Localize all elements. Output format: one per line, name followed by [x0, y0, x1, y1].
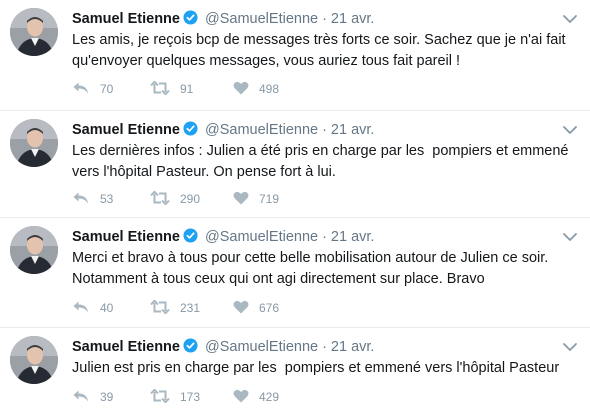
- retweet-button[interactable]: 231: [150, 298, 233, 317]
- reply-icon: [72, 389, 90, 406]
- retweet-icon: [150, 387, 170, 406]
- timeline: Samuel Etienne @SamuelEtienne · 21 avr. Le…: [0, 0, 590, 419]
- verified-badge-icon: [183, 338, 198, 358]
- reply-icon: [72, 81, 90, 98]
- retweet-icon: [150, 189, 170, 208]
- reply-count: 40: [100, 301, 114, 315]
- separator-dot: ·: [322, 122, 327, 138]
- like-count: 498: [259, 82, 280, 96]
- reply-button[interactable]: 40: [72, 300, 150, 317]
- retweet-button[interactable]: 91: [150, 79, 233, 98]
- tweet-text: Merci et bravo à tous pour cette belle m…: [72, 250, 553, 287]
- retweet-count: 231: [180, 301, 201, 315]
- retweet-count: 91: [180, 82, 194, 96]
- author-name[interactable]: Samuel Etienne: [72, 122, 180, 138]
- like-button[interactable]: 498: [233, 81, 313, 98]
- tweet-text: Les dernières infos : Julien a été pris …: [72, 143, 573, 180]
- separator-dot: ·: [322, 229, 327, 245]
- tweet[interactable]: Samuel Etienne @SamuelEtienne · 21 avr. Me…: [0, 218, 590, 328]
- chevron-down-icon[interactable]: [562, 230, 578, 242]
- like-count: 429: [259, 390, 280, 404]
- author-handle[interactable]: @SamuelEtienne: [205, 11, 318, 27]
- tweet-actions: 39 173 429: [72, 387, 313, 406]
- reply-icon: [72, 191, 90, 208]
- tweet-header: Samuel Etienne @SamuelEtienne · 21 avr.: [72, 121, 374, 141]
- reply-button[interactable]: 53: [72, 191, 150, 208]
- verified-badge-icon: [183, 121, 198, 141]
- author-handle[interactable]: @SamuelEtienne: [205, 229, 318, 245]
- avatar[interactable]: [10, 119, 58, 167]
- tweet[interactable]: Samuel Etienne @SamuelEtienne · 21 avr. Ju…: [0, 328, 590, 419]
- tweet-actions: 70 91 498: [72, 79, 313, 98]
- reply-button[interactable]: 39: [72, 389, 150, 406]
- retweet-button[interactable]: 290: [150, 189, 233, 208]
- author-name[interactable]: Samuel Etienne: [72, 229, 180, 245]
- retweet-icon: [150, 298, 170, 317]
- separator-dot: ·: [322, 11, 327, 27]
- heart-icon: [233, 191, 249, 208]
- like-button[interactable]: 429: [233, 389, 313, 406]
- author-handle[interactable]: @SamuelEtienne: [205, 122, 318, 138]
- tweet-text: Les amis, je reçois bcp de messages très…: [72, 32, 570, 69]
- reply-count: 53: [100, 192, 114, 206]
- tweet-date[interactable]: 21 avr.: [331, 229, 375, 245]
- like-count: 719: [259, 192, 280, 206]
- avatar[interactable]: [10, 8, 58, 56]
- separator-dot: ·: [322, 339, 327, 355]
- reply-button[interactable]: 70: [72, 81, 150, 98]
- tweet[interactable]: Samuel Etienne @SamuelEtienne · 21 avr. Le…: [0, 0, 590, 111]
- verified-badge-icon: [183, 10, 198, 30]
- tweet-date[interactable]: 21 avr.: [331, 339, 375, 355]
- reply-count: 70: [100, 82, 114, 96]
- avatar[interactable]: [10, 226, 58, 274]
- heart-icon: [233, 389, 249, 406]
- heart-icon: [233, 300, 249, 317]
- chevron-down-icon[interactable]: [562, 12, 578, 24]
- retweet-count: 173: [180, 390, 201, 404]
- chevron-down-icon[interactable]: [562, 340, 578, 352]
- like-count: 676: [259, 301, 280, 315]
- tweet-header: Samuel Etienne @SamuelEtienne · 21 avr.: [72, 228, 374, 248]
- tweet-header: Samuel Etienne @SamuelEtienne · 21 avr.: [72, 338, 374, 358]
- tweet-header: Samuel Etienne @SamuelEtienne · 21 avr.: [72, 10, 374, 30]
- heart-icon: [233, 81, 249, 98]
- reply-icon: [72, 300, 90, 317]
- author-name[interactable]: Samuel Etienne: [72, 11, 180, 27]
- tweet-text: Julien est pris en charge par les pompie…: [72, 360, 560, 376]
- retweet-button[interactable]: 173: [150, 387, 233, 406]
- like-button[interactable]: 676: [233, 300, 313, 317]
- reply-count: 39: [100, 390, 114, 404]
- retweet-count: 290: [180, 192, 201, 206]
- author-name[interactable]: Samuel Etienne: [72, 339, 180, 355]
- tweet-actions: 53 290 719: [72, 189, 313, 208]
- tweet-actions: 40 231 676: [72, 298, 313, 317]
- like-button[interactable]: 719: [233, 191, 313, 208]
- tweet[interactable]: Samuel Etienne @SamuelEtienne · 21 avr. Le…: [0, 111, 590, 218]
- chevron-down-icon[interactable]: [562, 123, 578, 135]
- verified-badge-icon: [183, 228, 198, 248]
- author-handle[interactable]: @SamuelEtienne: [205, 339, 318, 355]
- retweet-icon: [150, 79, 170, 98]
- tweet-date[interactable]: 21 avr.: [331, 122, 375, 138]
- avatar[interactable]: [10, 336, 58, 384]
- tweet-date[interactable]: 21 avr.: [331, 11, 375, 27]
